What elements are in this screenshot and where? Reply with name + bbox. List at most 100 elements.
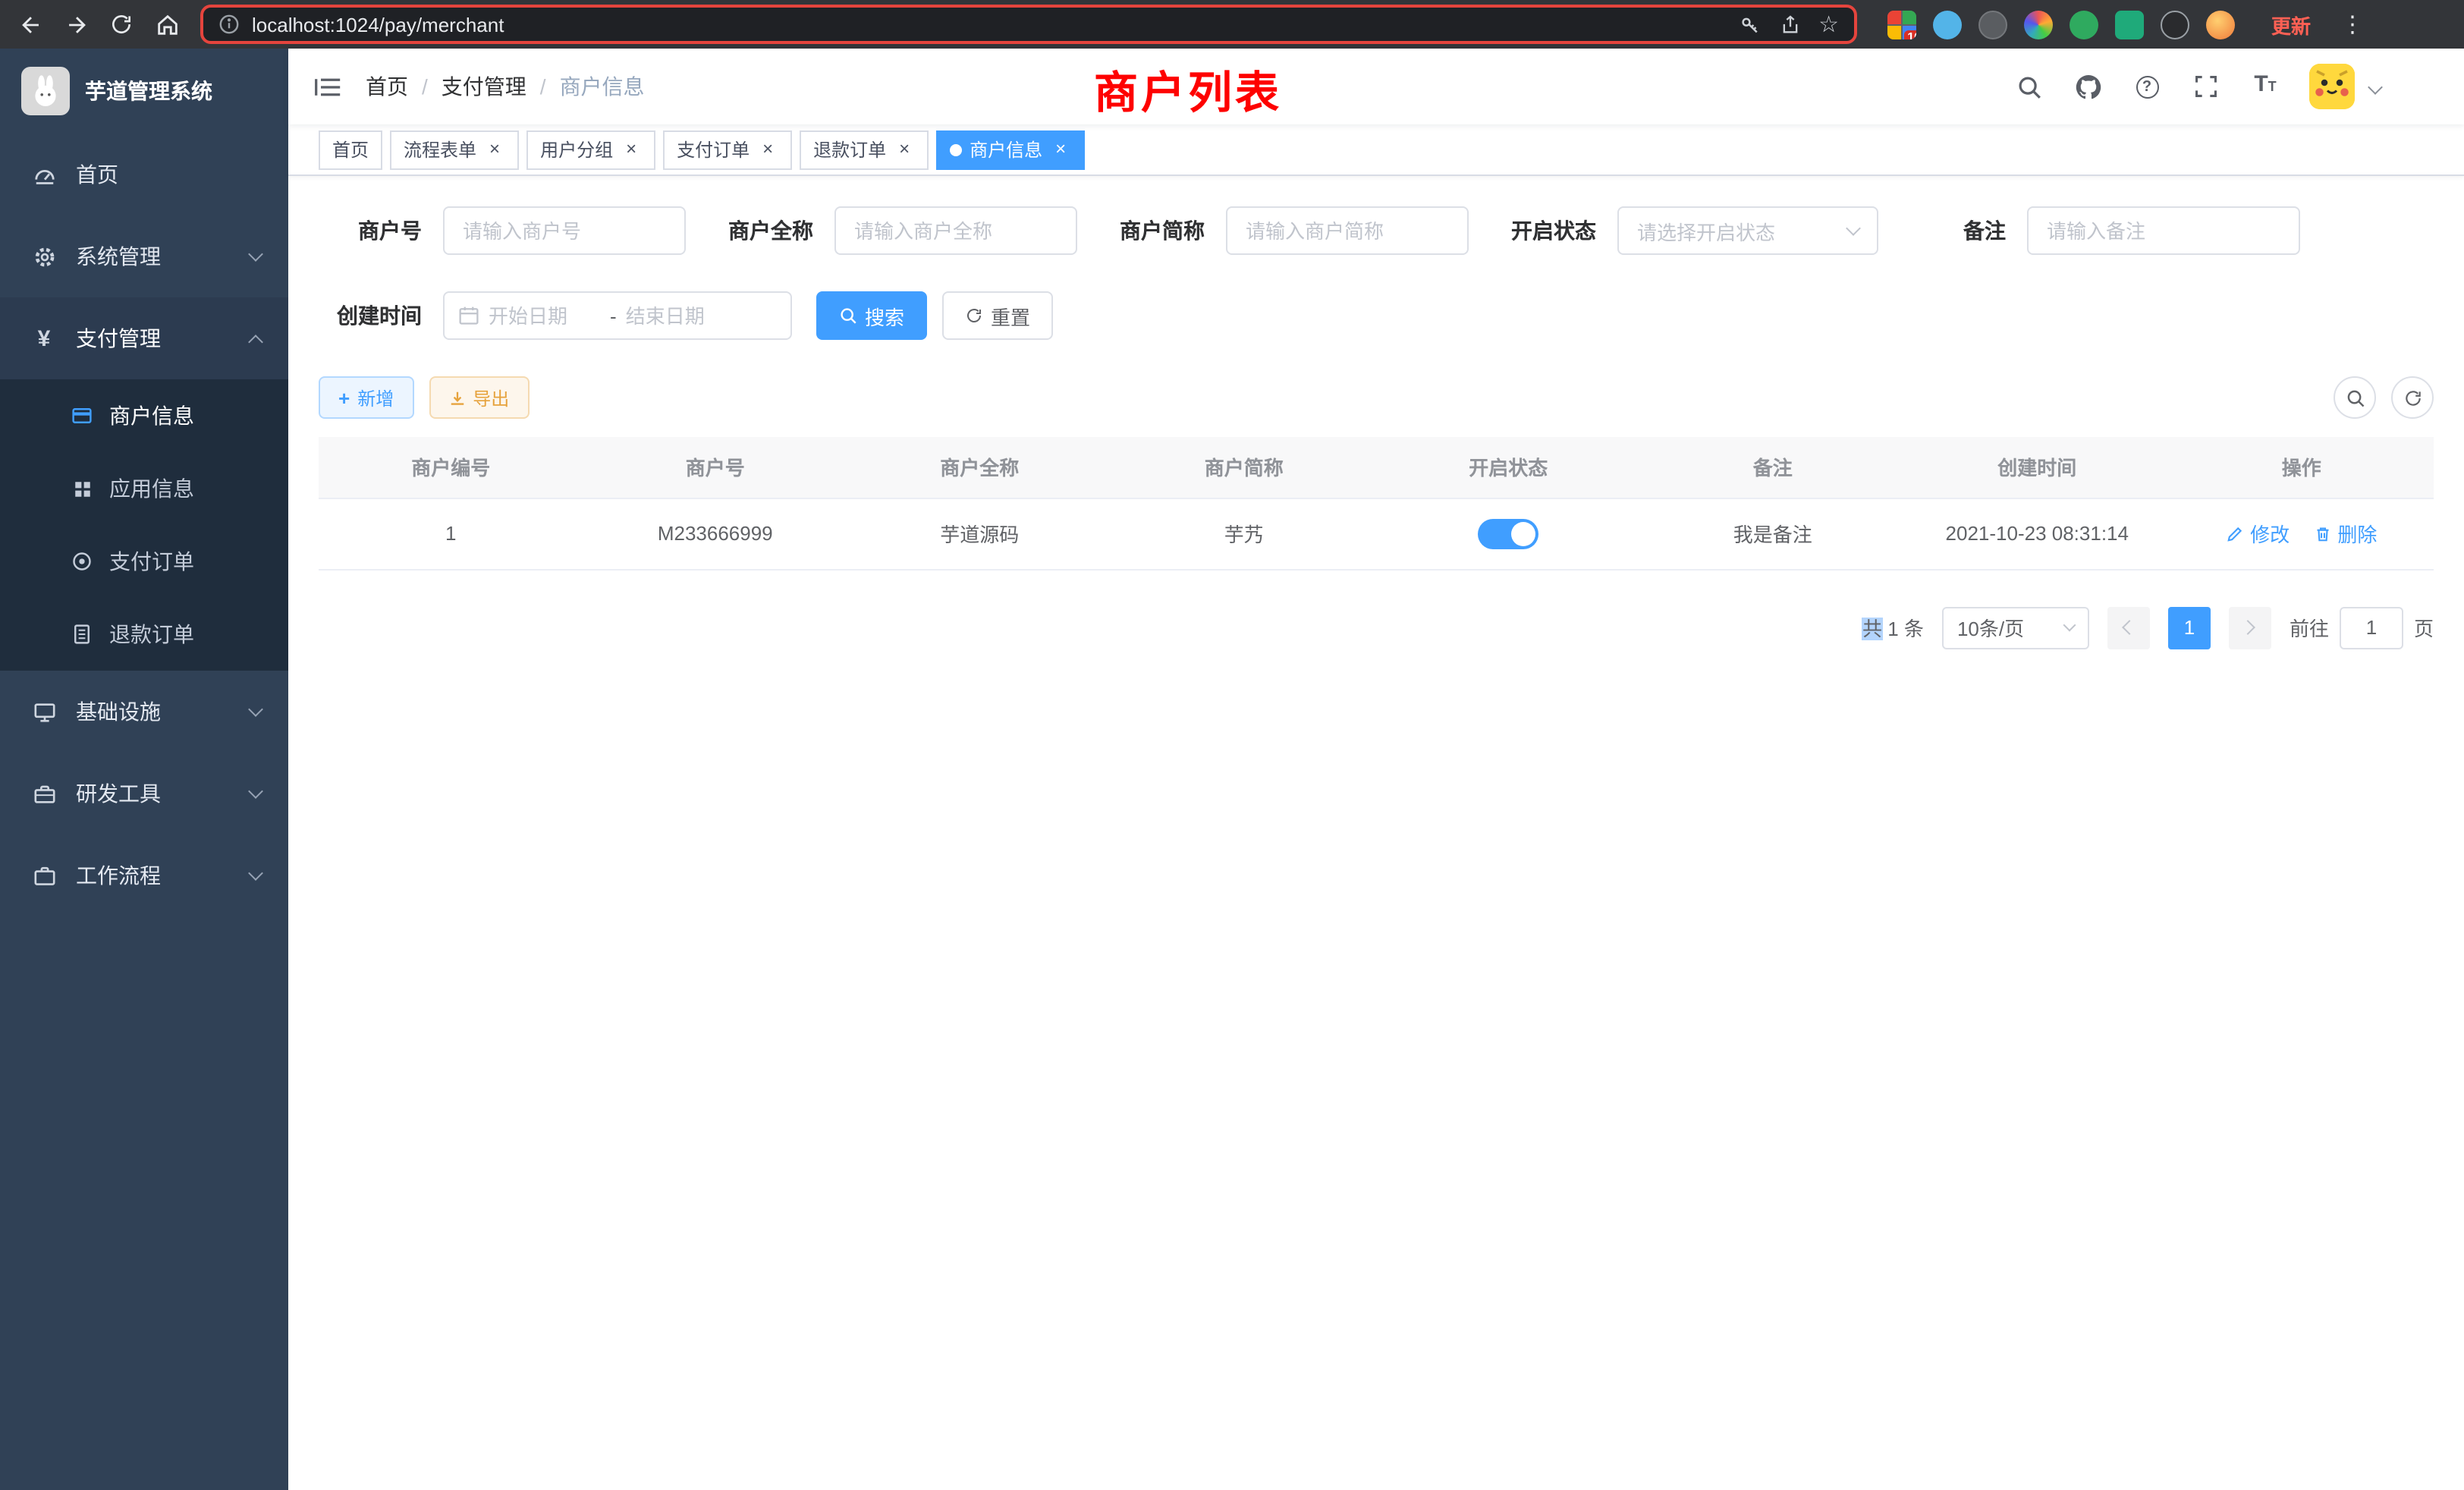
- bookmark-star-icon[interactable]: ☆: [1818, 11, 1839, 38]
- breadcrumb-home[interactable]: 首页: [366, 71, 408, 102]
- extension-icon-2[interactable]: [1933, 10, 1962, 39]
- url-text[interactable]: localhost:1024/pay/merchant: [252, 13, 504, 36]
- sidebar-item-refund-order[interactable]: 退款订单: [0, 598, 288, 671]
- page-number-1[interactable]: 1: [2168, 606, 2211, 649]
- col-merchant-id: 商户编号: [319, 437, 583, 498]
- status-select-placeholder: 请选择开启状态: [1637, 216, 1775, 245]
- tab-refund-order[interactable]: 退款订单 ×: [800, 130, 929, 169]
- briefcase-icon: [30, 864, 58, 887]
- fullscreen-icon[interactable]: [2191, 71, 2221, 102]
- goto-page-input[interactable]: [2340, 606, 2403, 649]
- prev-page-button[interactable]: [2107, 606, 2150, 649]
- cell-merchant-no: M233666999: [583, 498, 848, 569]
- sidebar-item-infrastructure[interactable]: 基础设施: [0, 671, 288, 753]
- end-date-input[interactable]: [626, 304, 738, 327]
- search-icon[interactable]: [2013, 71, 2044, 102]
- breadcrumb-current: 商户信息: [560, 71, 645, 102]
- extension-icon-7[interactable]: [2161, 10, 2189, 39]
- font-size-icon[interactable]: TT: [2250, 71, 2280, 102]
- sidebar-fold-icon[interactable]: [311, 70, 344, 103]
- extension-icon-3[interactable]: [1978, 10, 2007, 39]
- delete-button[interactable]: 删除: [2313, 519, 2377, 548]
- page-size-select[interactable]: 10条/页: [1942, 606, 2089, 649]
- extension-icon-5[interactable]: [2070, 10, 2098, 39]
- browser-toolbar: localhost:1024/pay/merchant ☆ 10: [0, 0, 2464, 49]
- sidebar-item-app-info[interactable]: 应用信息: [0, 452, 288, 525]
- extension-icon-4[interactable]: [2024, 10, 2053, 39]
- back-icon[interactable]: [12, 6, 49, 42]
- extension-icon-8[interactable]: [2206, 10, 2235, 39]
- sidebar-item-label: 系统管理: [76, 241, 161, 272]
- next-page-button[interactable]: [2229, 606, 2271, 649]
- forward-icon[interactable]: [58, 6, 94, 42]
- app-title: 芋道管理系统: [85, 76, 212, 106]
- close-icon[interactable]: ×: [484, 139, 505, 160]
- tab-process-form[interactable]: 流程表单 ×: [390, 130, 519, 169]
- start-date-input[interactable]: [489, 304, 601, 327]
- app-navbar: 首页 / 支付管理 / 商户信息 ?: [288, 49, 2464, 124]
- sidebar-item-home[interactable]: 首页: [0, 134, 288, 215]
- share-icon[interactable]: [1779, 13, 1800, 36]
- merchant-short-name-input[interactable]: [1226, 206, 1469, 255]
- close-icon[interactable]: ×: [757, 139, 778, 160]
- status-toggle[interactable]: [1478, 518, 1538, 549]
- close-icon[interactable]: ×: [894, 139, 915, 160]
- filter-label-merchant-name: 商户全称: [710, 215, 813, 246]
- search-icon: [839, 306, 857, 325]
- close-icon[interactable]: ×: [1050, 139, 1071, 160]
- trash-icon: [2313, 524, 2331, 542]
- toggle-search-button[interactable]: [2334, 376, 2376, 419]
- search-button[interactable]: 搜索: [816, 291, 927, 340]
- sidebar: 芋道管理系统 首页 系统管理 ¥ 支付管理: [0, 49, 288, 1490]
- export-button[interactable]: 导出: [429, 376, 529, 419]
- merchant-name-input[interactable]: [834, 206, 1077, 255]
- edit-pencil-icon: [2226, 524, 2244, 542]
- site-info-icon[interactable]: [218, 14, 240, 35]
- user-dropdown-caret-icon[interactable]: [2370, 73, 2381, 100]
- home-icon[interactable]: [149, 6, 185, 42]
- browser-update-button[interactable]: 更新: [2262, 5, 2320, 43]
- extension-icon-1[interactable]: 10: [1887, 10, 1916, 39]
- chevron-down-icon: [248, 866, 263, 881]
- tab-merchant-info[interactable]: 商户信息 ×: [936, 130, 1085, 169]
- status-select[interactable]: 请选择开启状态: [1617, 206, 1878, 255]
- sidebar-item-payment[interactable]: ¥ 支付管理: [0, 297, 288, 379]
- sidebar-item-workflow[interactable]: 工作流程: [0, 835, 288, 916]
- extension-icon-6[interactable]: [2115, 10, 2144, 39]
- password-key-icon[interactable]: [1738, 13, 1761, 36]
- remark-input[interactable]: [2027, 206, 2300, 255]
- pagination-total: 共 1 条: [1862, 613, 1924, 642]
- reload-icon[interactable]: [103, 6, 140, 42]
- chevron-right-icon: [2241, 620, 2256, 635]
- refresh-table-button[interactable]: [2391, 376, 2434, 419]
- close-icon[interactable]: ×: [621, 139, 642, 160]
- table-header-row: 商户编号 商户号 商户全称 商户简称 开启状态 备注 创建时间 操作: [319, 437, 2434, 498]
- bank-card-icon: [70, 405, 94, 426]
- create-time-range-picker[interactable]: -: [443, 291, 792, 340]
- tab-pay-order[interactable]: 支付订单 ×: [663, 130, 792, 169]
- merchant-no-input[interactable]: [443, 206, 686, 255]
- sidebar-item-pay-order[interactable]: 支付订单: [0, 525, 288, 598]
- browser-menu-icon[interactable]: ⋮: [2341, 11, 2364, 38]
- cell-full-name: 芋道源码: [847, 498, 1112, 569]
- filter-label-merchant-no: 商户号: [319, 215, 422, 246]
- calendar-icon: [458, 305, 479, 326]
- edit-button[interactable]: 修改: [2226, 519, 2290, 548]
- filter-label-remark: 备注: [1903, 215, 2006, 246]
- github-icon[interactable]: [2073, 71, 2103, 102]
- sidebar-item-system[interactable]: 系统管理: [0, 215, 288, 297]
- tab-user-group[interactable]: 用户分组 ×: [526, 130, 655, 169]
- add-button[interactable]: + 新增: [319, 376, 413, 419]
- reset-button[interactable]: 重置: [942, 291, 1053, 340]
- user-avatar[interactable]: [2309, 64, 2355, 109]
- payment-submenu: 商户信息 应用信息 支付订单: [0, 379, 288, 671]
- chevron-up-icon: [248, 334, 263, 349]
- sidebar-item-devtools[interactable]: 研发工具: [0, 753, 288, 835]
- tab-home[interactable]: 首页: [319, 130, 382, 169]
- cell-short-name: 芋艿: [1112, 498, 1377, 569]
- address-bar[interactable]: localhost:1024/pay/merchant ☆: [200, 5, 1857, 44]
- breadcrumb-level1[interactable]: 支付管理: [442, 71, 526, 102]
- help-icon[interactable]: ?: [2132, 71, 2162, 102]
- sidebar-item-merchant-info[interactable]: 商户信息: [0, 379, 288, 452]
- app-logo[interactable]: 芋道管理系统: [0, 49, 288, 134]
